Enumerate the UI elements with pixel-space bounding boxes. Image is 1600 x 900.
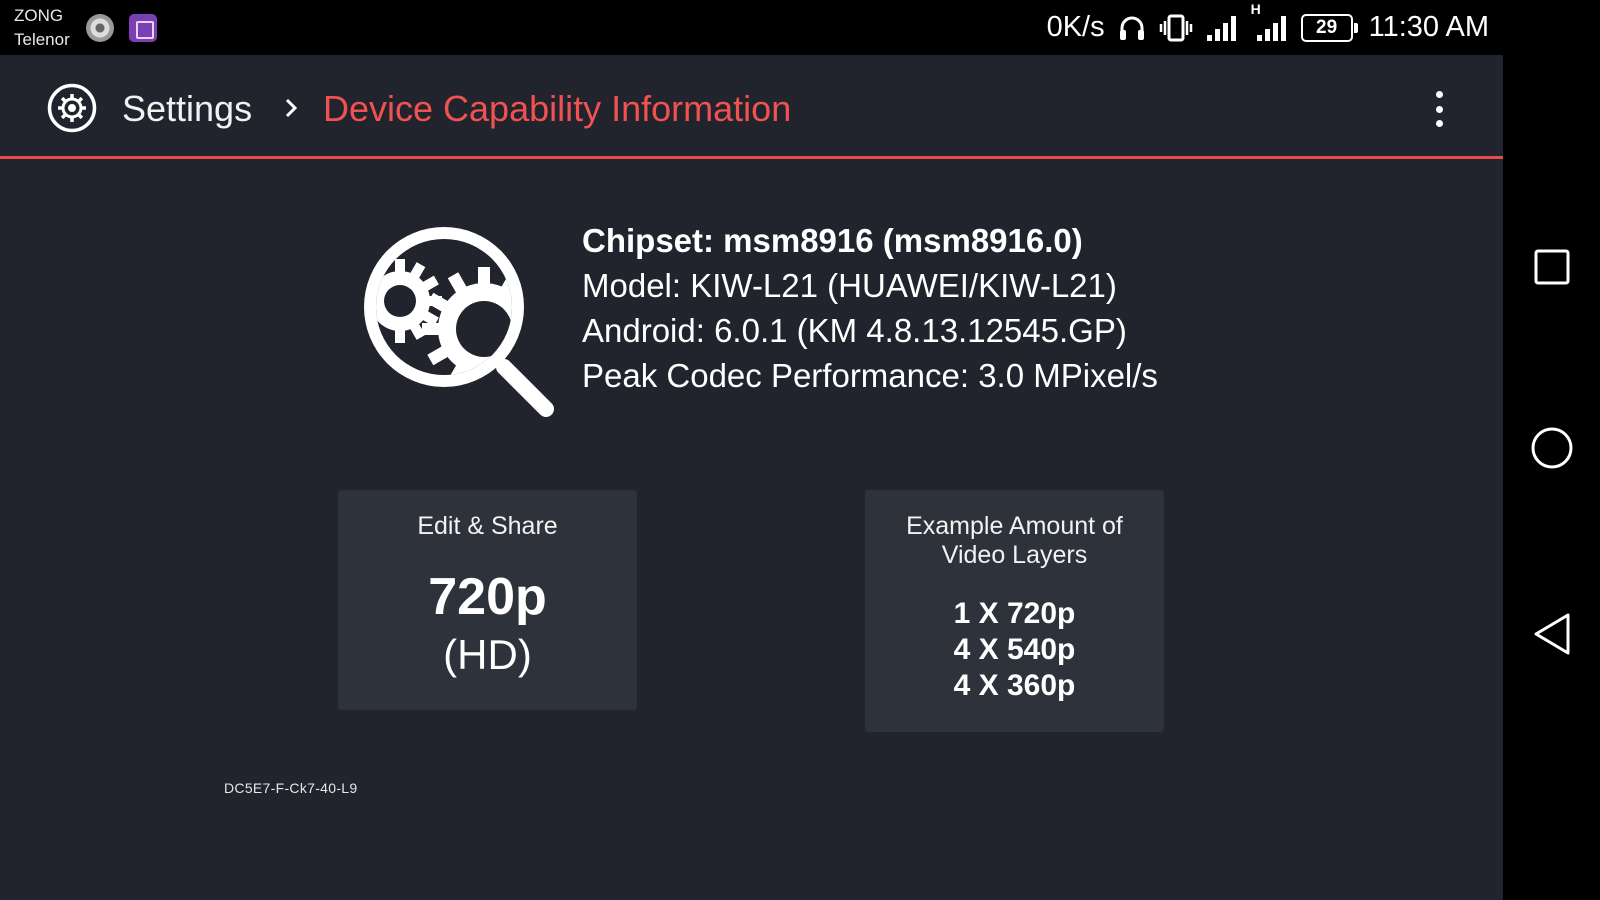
- edit-share-card: Edit & Share 720p (HD): [338, 490, 637, 710]
- navigation-bar: [1503, 0, 1600, 900]
- android-version-label: Android: 6.0.1 (KM 4.8.13.12545.GP): [582, 312, 1127, 349]
- signal-icon: [1205, 13, 1239, 43]
- device-inspect-icon: [356, 219, 558, 421]
- breadcrumb-settings[interactable]: Settings: [122, 85, 252, 133]
- signal-h-icon: H: [1251, 1, 1289, 43]
- recent-apps-button[interactable]: [1530, 245, 1574, 289]
- network-type-label: H: [1250, 0, 1261, 17]
- gallery-app-icon: [129, 14, 157, 42]
- video-layers-card: Example Amount of Video Layers 1 X 720p …: [865, 490, 1164, 732]
- device-info: Chipset: msm8916 (msm8916.0) Model: KIW-…: [582, 218, 1158, 398]
- menu-dot-icon: [1435, 91, 1443, 98]
- vibrate-icon: [1159, 13, 1193, 43]
- layer-item: 4 X 540p: [953, 633, 1076, 666]
- menu-dot-icon: [1435, 105, 1443, 113]
- media-disc-icon: [86, 14, 114, 42]
- resolution-value: 720p: [428, 568, 547, 626]
- circle-icon: [1531, 427, 1573, 469]
- menu-dot-icon: [1435, 120, 1443, 127]
- carrier-1-label: ZONG: [14, 6, 64, 25]
- network-speed: 0K/s: [1046, 11, 1105, 43]
- app-screen: Settings Device Capability Information C…: [0, 55, 1503, 900]
- chipset-label: Chipset: msm8916 (msm8916.0): [582, 222, 1083, 259]
- headphones-icon: [1117, 13, 1147, 43]
- layer-item: 4 X 360p: [953, 669, 1076, 702]
- overflow-menu-button[interactable]: [1424, 85, 1454, 133]
- page-title: Device Capability Information: [323, 88, 792, 129]
- settings-gear-icon[interactable]: [47, 83, 97, 133]
- build-id: DC5E7-F-Ck7-40-L9: [224, 780, 358, 796]
- card-heading: Edit & Share: [417, 512, 558, 540]
- layer-item: 1 X 720p: [953, 597, 1076, 630]
- card-heading: Example Amount of Video Layers: [906, 512, 1123, 569]
- status-indicators: 0K/s H 29 11:30 AM: [1047, 0, 1489, 55]
- back-button[interactable]: [1530, 612, 1574, 656]
- carrier-2-label: Telenor: [14, 30, 70, 49]
- chevron-right-icon: [282, 93, 302, 123]
- layers-list: 1 X 720p 4 X 540p 4 X 360p: [865, 596, 1164, 704]
- status-bar: ZONG Telenor 0K/s H 29 11:30 AM: [0, 0, 1503, 55]
- battery-icon: 29: [1300, 13, 1358, 42]
- codec-performance-label: Peak Codec Performance: 3.0 MPixel/s: [582, 357, 1158, 394]
- back-triangle-icon: [1534, 613, 1570, 655]
- clock: 11:30 AM: [1368, 11, 1489, 43]
- resolution-label: (HD): [443, 631, 532, 678]
- toolbar: Settings Device Capability Information: [0, 55, 1503, 159]
- model-label: Model: KIW-L21 (HUAWEI/KIW-L21): [582, 267, 1117, 304]
- square-icon: [1534, 249, 1570, 285]
- home-button[interactable]: [1530, 426, 1574, 470]
